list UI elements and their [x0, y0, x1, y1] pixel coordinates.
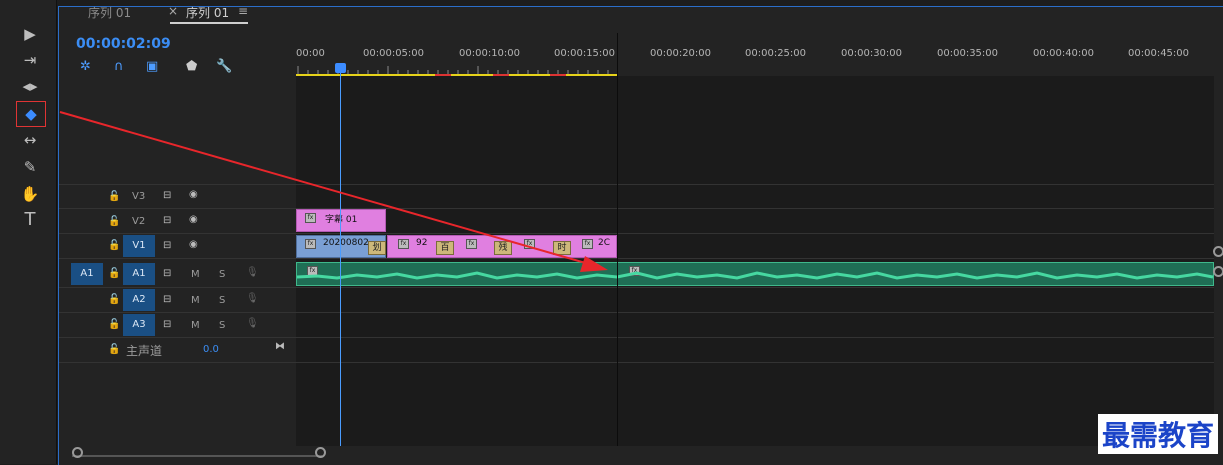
horizontal-scrollbar[interactable] — [72, 447, 326, 458]
scroll-handle-right[interactable] — [315, 447, 326, 458]
watermark-logo: 最需教育 — [1098, 414, 1219, 454]
vertical-scroll-handle[interactable] — [1213, 266, 1223, 277]
vertical-scroll-handle[interactable] — [1213, 246, 1223, 257]
annotation-arrow — [59, 111, 608, 272]
scroll-handle-left[interactable] — [72, 447, 83, 458]
